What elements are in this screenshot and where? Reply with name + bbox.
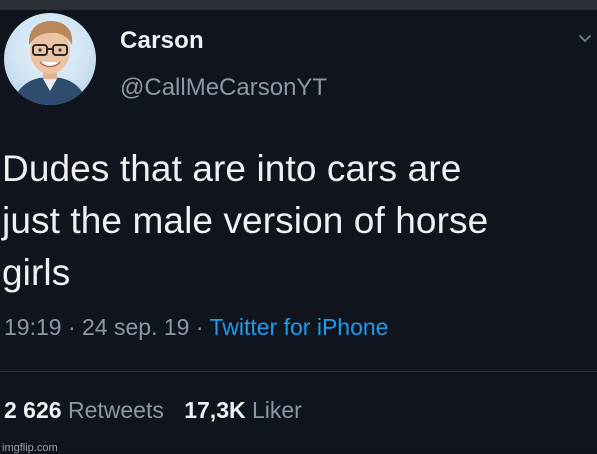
tweet-meta: 19:19 · 24 sep. 19 · Twitter for iPhone bbox=[4, 314, 388, 341]
tweet-text-line: girls bbox=[2, 252, 71, 293]
tweet-text: Dudes that are into cars are just the ma… bbox=[2, 143, 592, 299]
tweet-stats: 2 626 Retweets 17,3K Liker bbox=[4, 397, 302, 424]
chevron-down-icon[interactable] bbox=[578, 32, 592, 46]
tweet-time[interactable]: 19:19 bbox=[4, 314, 62, 340]
tweet-card: Carson @CallMeCarsonYT Dudes that are in… bbox=[0, 10, 597, 454]
likes-label: Liker bbox=[251, 397, 302, 423]
divider bbox=[0, 371, 597, 372]
watermark: imgflip.com bbox=[2, 442, 58, 454]
retweets-label: Retweets bbox=[67, 397, 164, 423]
tweet-text-line: just the male version of horse bbox=[2, 200, 489, 241]
likes-stat[interactable]: 17,3K Liker bbox=[184, 397, 302, 423]
tweet-date[interactable]: 24 sep. 19 bbox=[82, 314, 189, 340]
tweet-text-line: Dudes that are into cars are bbox=[2, 148, 462, 189]
tweet-source-link[interactable]: Twitter for iPhone bbox=[209, 314, 388, 340]
meta-separator: · bbox=[67, 314, 76, 340]
user-handle[interactable]: @CallMeCarsonYT bbox=[120, 74, 327, 102]
likes-count: 17,3K bbox=[184, 397, 246, 423]
avatar[interactable] bbox=[4, 13, 96, 105]
avatar-image bbox=[12, 21, 88, 105]
meta-separator: · bbox=[195, 314, 204, 340]
top-strip bbox=[0, 0, 597, 10]
retweets-stat[interactable]: 2 626 Retweets bbox=[4, 397, 170, 423]
retweets-count: 2 626 bbox=[4, 397, 62, 423]
display-name[interactable]: Carson bbox=[120, 27, 204, 55]
